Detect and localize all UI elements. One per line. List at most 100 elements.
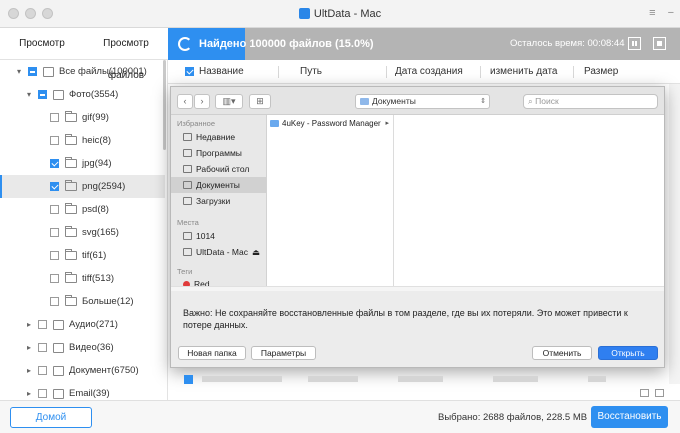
grid-view-icon[interactable] xyxy=(640,389,649,397)
file-type-tree: ▾ Все файлы(100001) ▾ Фото(3554) gif(99) heic… xyxy=(0,60,168,400)
column-created[interactable]: Дата создания xyxy=(395,66,463,77)
home-button[interactable]: Домой xyxy=(10,407,92,428)
dialog-horizontal-scrollbar[interactable] xyxy=(171,286,664,291)
recover-button[interactable]: Восстановить xyxy=(591,406,668,428)
folder-icon xyxy=(65,226,77,237)
dialog-sidebar-item[interactable]: UltData - Mac ⏏ xyxy=(171,244,266,260)
column-item[interactable]: 4uKey - Password Manager ▸ xyxy=(270,117,391,130)
column-modified[interactable]: изменить дата xyxy=(490,66,558,77)
tree-checkbox[interactable] xyxy=(38,366,47,375)
options-button[interactable]: Параметры xyxy=(251,346,316,360)
dialog-search-input[interactable]: ⌕ Поиск xyxy=(523,94,658,109)
column-name[interactable]: Название xyxy=(199,66,244,77)
folder-icon xyxy=(65,272,77,283)
row-ghost-text xyxy=(588,376,606,382)
tree-item[interactable]: heic(8) xyxy=(0,129,165,152)
chevron-right-icon[interactable]: ▸ xyxy=(24,366,34,375)
tree-item[interactable]: ▸ Аудио(271) xyxy=(0,313,165,336)
tree-checkbox[interactable] xyxy=(50,136,59,145)
photo-icon xyxy=(53,89,64,100)
sidebar-section-header: Избранное xyxy=(177,119,216,128)
folder-icon xyxy=(65,157,77,168)
tree-checkbox[interactable] xyxy=(38,389,47,398)
tree-checkbox[interactable] xyxy=(38,343,47,352)
downloads-icon xyxy=(183,197,192,205)
tree-checkbox[interactable] xyxy=(28,67,37,76)
column-path[interactable]: Путь xyxy=(300,66,322,77)
document-icon xyxy=(53,365,64,376)
stop-icon[interactable] xyxy=(653,37,666,50)
tree-item-label: Email(39) xyxy=(69,388,110,399)
selection-summary: Выбрано: 2688 файлов, 228.5 MB xyxy=(438,412,588,423)
dialog-sidebar-item[interactable]: Недавние xyxy=(171,129,266,145)
column-separator xyxy=(480,66,481,78)
tree-item[interactable]: Больше(12) xyxy=(0,290,165,313)
table-row[interactable] xyxy=(178,372,608,386)
tree-checkbox[interactable] xyxy=(50,297,59,306)
table-scrollbar[interactable] xyxy=(669,84,680,384)
tree-item-label: Больше(12) xyxy=(82,296,134,307)
chevron-down-icon[interactable]: ▾ xyxy=(24,90,34,99)
new-folder-button[interactable]: Новая папка xyxy=(178,346,246,360)
tree-checkbox[interactable] xyxy=(50,159,59,168)
tab-file-view[interactable]: Просмотр файлов xyxy=(84,28,168,81)
select-all-checkbox[interactable] xyxy=(185,67,194,76)
tree-checkbox[interactable] xyxy=(50,205,59,214)
dialog-sidebar-item[interactable]: Документы xyxy=(171,177,266,193)
open-button[interactable]: Открыть xyxy=(598,346,658,360)
dialog-sidebar-item[interactable]: 1014 xyxy=(171,228,266,244)
tree-checkbox[interactable] xyxy=(38,320,47,329)
dialog-sidebar-label: 1014 xyxy=(196,231,215,241)
back-button[interactable]: ‹ xyxy=(177,94,193,109)
tree-item[interactable]: ▸ Видео(36) xyxy=(0,336,165,359)
chevron-right-icon[interactable]: ▸ xyxy=(24,320,34,329)
tree-checkbox[interactable] xyxy=(50,251,59,260)
dialog-sidebar-item[interactable]: Загрузки xyxy=(171,193,266,209)
tree-checkbox[interactable] xyxy=(38,90,47,99)
cancel-button[interactable]: Отменить xyxy=(532,346,592,360)
tree-item[interactable]: psd(8) xyxy=(0,198,165,221)
tree-item[interactable]: ▸ Email(39) xyxy=(0,382,165,400)
view-mode-button[interactable]: ▥▾ xyxy=(215,94,243,109)
tab-preview[interactable]: Просмотр xyxy=(0,28,84,59)
column-size[interactable]: Размер xyxy=(584,66,618,77)
tree-item[interactable]: ▸ Документ(6750) xyxy=(0,359,165,382)
tree-item-label: psd(8) xyxy=(82,204,109,215)
tree-item-label: Документ(6750) xyxy=(69,365,139,376)
row-ghost-text xyxy=(202,376,282,382)
chevron-right-icon[interactable]: ▸ xyxy=(24,389,34,398)
new-folder-icon[interactable]: ⊞ xyxy=(249,94,271,109)
minimize-icon[interactable]: − xyxy=(668,7,674,19)
dialog-sidebar-item[interactable]: Программы xyxy=(171,145,266,161)
location-dropdown[interactable]: Документы ⇕ xyxy=(355,94,490,109)
tree-scrollbar[interactable] xyxy=(163,60,166,150)
row-checkbox[interactable] xyxy=(184,375,193,384)
chevron-right-icon[interactable]: ▸ xyxy=(24,343,34,352)
pause-icon[interactable] xyxy=(628,37,641,50)
tree-item[interactable]: ▾ Все файлы(100001) xyxy=(0,60,165,83)
tree-item[interactable]: jpg(94) xyxy=(0,152,165,175)
menu-icon[interactable]: ≡ xyxy=(649,7,655,19)
tree-checkbox[interactable] xyxy=(50,182,59,191)
forward-button[interactable]: › xyxy=(194,94,210,109)
folder-icon xyxy=(65,180,77,191)
folder-icon xyxy=(65,203,77,214)
tree-item[interactable]: png(2594) xyxy=(0,175,165,198)
tree-item[interactable]: svg(165) xyxy=(0,221,165,244)
chevron-down-icon[interactable]: ▾ xyxy=(14,67,24,76)
tree-checkbox[interactable] xyxy=(50,113,59,122)
row-ghost-text xyxy=(398,376,443,382)
folder-icon xyxy=(65,295,77,306)
tree-item[interactable]: tif(61) xyxy=(0,244,165,267)
folder-icon xyxy=(65,134,77,145)
dialog-sidebar-item[interactable]: Рабочий стол xyxy=(171,161,266,177)
tree-checkbox[interactable] xyxy=(50,228,59,237)
eject-icon[interactable]: ⏏ xyxy=(252,247,260,257)
tree-checkbox[interactable] xyxy=(50,274,59,283)
tree-item[interactable]: ▾ Фото(3554) xyxy=(0,83,165,106)
tree-item[interactable]: gif(99) xyxy=(0,106,165,129)
list-view-icon[interactable] xyxy=(655,389,664,397)
column-browser-2 xyxy=(394,115,664,286)
dialog-sidebar-item[interactable]: Red xyxy=(171,276,266,286)
tree-item[interactable]: tiff(513) xyxy=(0,267,165,290)
